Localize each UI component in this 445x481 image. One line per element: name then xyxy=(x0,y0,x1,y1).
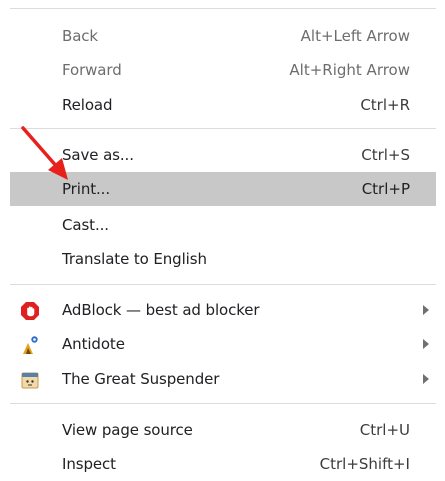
submenu-arrow-icon xyxy=(423,339,429,349)
menu-item-label: Forward xyxy=(62,61,122,79)
menu-item-antidote[interactable]: Antidote xyxy=(10,327,436,361)
menu-item-translate[interactable]: Translate to English xyxy=(10,242,436,276)
menu-item-back[interactable]: Back Alt+Left Arrow xyxy=(10,19,436,53)
menu-item-label: Translate to English xyxy=(62,250,207,268)
adblock-icon xyxy=(21,302,39,320)
menu-item-forward[interactable]: Forward Alt+Right Arrow xyxy=(10,53,436,87)
annotation-arrow-icon xyxy=(21,126,68,180)
context-menu: Back Alt+Left Arrow Forward Alt+Right Ar… xyxy=(0,0,445,481)
menu-item-label: The Great Suspender xyxy=(62,370,220,388)
menu-item-inspect[interactable]: Inspect Ctrl+Shift+I xyxy=(10,447,436,481)
menu-item-label: View page source xyxy=(62,421,193,439)
menu-separator xyxy=(10,8,436,9)
great-suspender-icon xyxy=(21,372,39,389)
submenu-arrow-icon xyxy=(423,374,429,384)
menu-item-shortcut: Alt+Left Arrow xyxy=(300,27,410,45)
menu-item-reload[interactable]: Reload Ctrl+R xyxy=(10,88,436,122)
menu-item-label: Inspect xyxy=(62,455,116,473)
menu-separator xyxy=(10,284,436,285)
menu-item-view-source[interactable]: View page source Ctrl+U xyxy=(10,413,436,447)
submenu-arrow-icon xyxy=(423,305,429,315)
menu-separator xyxy=(10,403,436,404)
menu-item-shortcut: Ctrl+Shift+I xyxy=(319,455,410,473)
menu-item-label: Back xyxy=(62,27,99,45)
antidote-icon xyxy=(23,336,38,354)
menu-item-label: AdBlock — best ad blocker xyxy=(62,301,260,319)
menu-item-shortcut: Alt+Right Arrow xyxy=(289,61,410,79)
menu-item-great-suspender[interactable]: The Great Suspender xyxy=(10,362,436,396)
menu-item-label: Antidote xyxy=(62,335,125,353)
menu-item-shortcut: Ctrl+U xyxy=(359,421,410,439)
menu-item-cast[interactable]: Cast... xyxy=(10,208,436,242)
menu-item-adblock[interactable]: AdBlock — best ad blocker xyxy=(10,293,436,327)
menu-item-shortcut: Ctrl+P xyxy=(361,180,410,198)
menu-item-shortcut: Ctrl+S xyxy=(361,146,410,164)
menu-item-shortcut: Ctrl+R xyxy=(360,96,410,114)
menu-item-label: Cast... xyxy=(62,216,109,234)
menu-item-label: Reload xyxy=(62,96,113,114)
